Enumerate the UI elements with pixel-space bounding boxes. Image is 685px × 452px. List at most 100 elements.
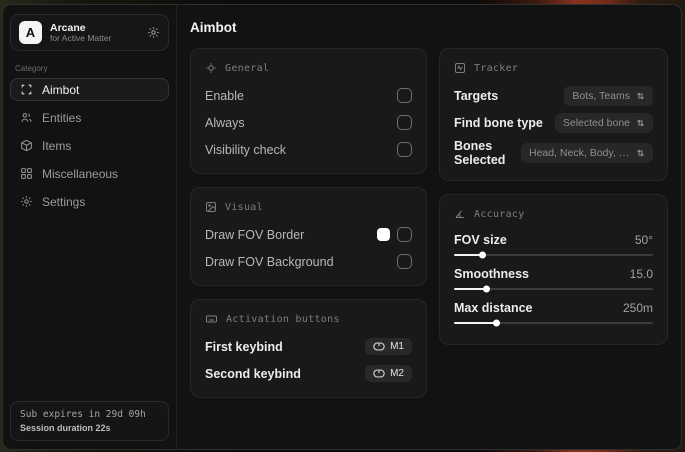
setting-label: Bones Selected: [454, 139, 506, 167]
first-keybind-button[interactable]: M1: [365, 338, 412, 355]
tracker-card-header: Tracker: [454, 62, 653, 74]
entities-icon: [20, 111, 33, 124]
keybind-value: M2: [390, 368, 404, 379]
crosshair-icon: [205, 62, 217, 74]
setting-row-bones-selected: Bones Selected Head, Neck, Body, Pe...: [454, 139, 653, 167]
cube-icon: [20, 139, 33, 152]
keybind-value: M1: [390, 341, 404, 352]
image-icon: [205, 201, 217, 213]
sidebar-item-label: Settings: [42, 194, 86, 209]
fov-background-checkbox[interactable]: [397, 254, 412, 269]
session-duration-text: Session duration 22s: [20, 423, 111, 433]
setting-row-max-distance: Max distance 250m: [454, 299, 653, 327]
setting-row-fov-background: Draw FOV Background: [205, 251, 412, 272]
find-bone-type-dropdown[interactable]: Selected bone: [554, 112, 653, 133]
visual-card-header: Visual: [205, 201, 412, 213]
mouse-icon: [373, 369, 385, 378]
setting-row-fov-border: Draw FOV Border: [205, 224, 412, 245]
section-title: Activation buttons: [226, 313, 340, 325]
sidebar-nav: Aimbot Entities Items Miscellaneous Sett…: [10, 78, 169, 218]
always-checkbox[interactable]: [397, 115, 412, 130]
targets-dropdown[interactable]: Bots, Teams: [564, 85, 653, 106]
expand-icon: [636, 91, 645, 101]
activation-card-header: Activation buttons: [205, 313, 412, 325]
gear-icon: [20, 195, 33, 208]
setting-label: Find bone type: [454, 115, 543, 130]
page-title: Aimbot: [190, 20, 237, 35]
tracker-card: Tracker Targets Bots, Teams Find bone ty…: [439, 48, 668, 181]
setting-row-enable: Enable: [205, 85, 412, 106]
accuracy-card: Accuracy FOV size 50° Smoothness 15.0 Ma…: [439, 194, 668, 345]
mouse-icon: [373, 342, 385, 351]
section-title: Visual: [225, 201, 263, 213]
sidebar-item-miscellaneous[interactable]: Miscellaneous: [10, 162, 169, 185]
setting-label: Draw FOV Border: [205, 227, 305, 242]
section-title: General: [225, 62, 270, 74]
sub-expires-text: Sub expires in 29d 09h: [20, 409, 146, 420]
fov-size-slider[interactable]: [454, 251, 653, 259]
visual-card: Visual Draw FOV Border Draw FOV Backgrou…: [190, 187, 427, 286]
gear-icon[interactable]: [147, 26, 160, 39]
setting-value: 250m: [622, 300, 653, 315]
section-title: Tracker: [474, 62, 519, 74]
misc-icon: [20, 167, 33, 180]
sidebar-item-items[interactable]: Items: [10, 134, 169, 157]
brand-text: Arcane for Active Matter: [50, 22, 111, 44]
setting-row-visibility-check: Visibility check: [205, 139, 412, 160]
max-distance-slider[interactable]: [454, 319, 653, 327]
main-panel: Aimbot General Enable Always Visibility …: [177, 5, 681, 449]
second-keybind-button[interactable]: M2: [365, 365, 412, 382]
setting-label: Visibility check: [205, 142, 287, 157]
sidebar-item-settings[interactable]: Settings: [10, 190, 169, 213]
activation-card: Activation buttons First keybind M1 Seco…: [190, 299, 427, 398]
brand-card: A Arcane for Active Matter: [10, 14, 169, 51]
setting-label: Targets: [454, 88, 499, 103]
expand-icon: [636, 148, 645, 158]
sidebar-item-aimbot[interactable]: Aimbot: [10, 78, 169, 101]
sidebar-item-entities[interactable]: Entities: [10, 106, 169, 129]
setting-label: FOV size: [454, 232, 507, 247]
fov-border-color-swatch[interactable]: [377, 228, 390, 241]
setting-value: 50°: [634, 232, 653, 247]
dropdown-value: Bots, Teams: [572, 89, 630, 102]
cheat-menu-window: A Arcane for Active Matter Category Aimb…: [2, 4, 682, 450]
setting-label: First keybind: [205, 339, 283, 354]
setting-label: Always: [205, 115, 245, 130]
left-column: General Enable Always Visibility check V…: [190, 48, 427, 411]
visibility-check-checkbox[interactable]: [397, 142, 412, 157]
sidebar-item-label: Miscellaneous: [42, 166, 119, 181]
brand-subtitle: for Active Matter: [50, 32, 112, 43]
general-card-header: General: [205, 62, 412, 74]
setting-label: Smoothness: [454, 266, 530, 281]
subscription-card: Sub expires in 29d 09h Session duration …: [10, 401, 169, 441]
slider-thumb[interactable]: [478, 251, 486, 259]
setting-row-smoothness: Smoothness 15.0: [454, 265, 653, 293]
setting-label: Max distance: [454, 300, 533, 315]
expand-icon: [636, 118, 645, 128]
slider-thumb[interactable]: [492, 319, 500, 327]
angle-icon: [454, 208, 466, 220]
setting-row-fov-size: FOV size 50°: [454, 231, 653, 259]
dropdown-value: Head, Neck, Body, Pe...: [529, 147, 630, 159]
dropdown-value: Selected bone: [562, 116, 630, 129]
fov-border-checkbox[interactable]: [397, 227, 412, 242]
accuracy-card-header: Accuracy: [454, 208, 653, 220]
scan-icon: [20, 83, 33, 96]
bones-selected-dropdown[interactable]: Head, Neck, Body, Pe...: [521, 143, 653, 163]
setting-row-always: Always: [205, 112, 412, 133]
brand-logo: A: [19, 21, 42, 44]
general-card: General Enable Always Visibility check: [190, 48, 427, 174]
slider-thumb[interactable]: [482, 285, 490, 293]
sidebar-item-label: Aimbot: [42, 82, 80, 97]
setting-value: 15.0: [629, 266, 653, 281]
sidebar-item-label: Items: [42, 138, 72, 153]
category-label: Category: [15, 64, 48, 73]
setting-row-first-keybind: First keybind M1: [205, 336, 412, 357]
smoothness-slider[interactable]: [454, 285, 653, 293]
keyboard-icon: [205, 313, 218, 325]
enable-checkbox[interactable]: [397, 88, 412, 103]
sidebar: A Arcane for Active Matter Category Aimb…: [3, 5, 177, 449]
pulse-icon: [454, 62, 466, 74]
right-column: Tracker Targets Bots, Teams Find bone ty…: [439, 48, 668, 358]
sidebar-item-label: Entities: [42, 110, 82, 125]
